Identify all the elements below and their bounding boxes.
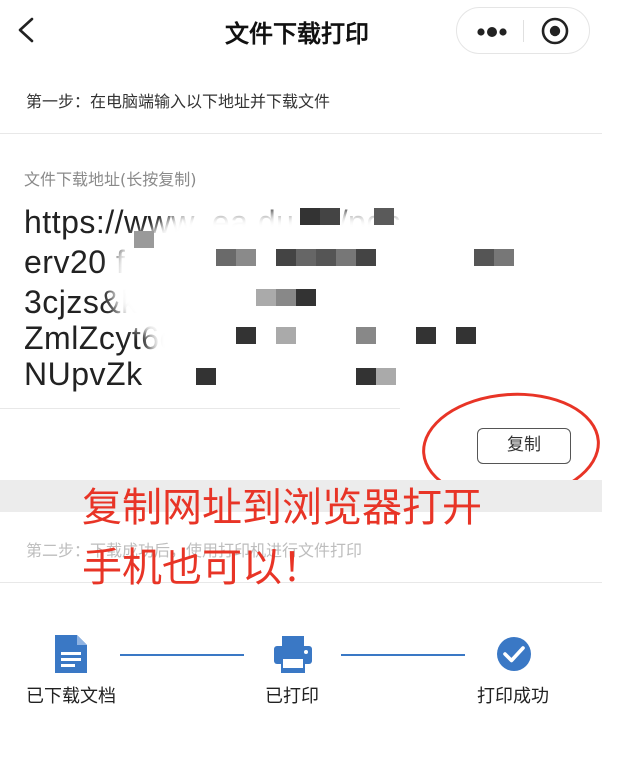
redaction-block [376,368,396,385]
annotation-text: 复制网址到浏览器打开 [82,485,482,531]
redaction-overlay [112,232,212,332]
redaction-block [474,249,494,266]
redaction-block [300,208,320,225]
redaction-block [276,327,296,344]
close-miniprogram-button[interactable] [535,14,575,48]
redaction-block [296,289,316,306]
check-circle-icon [492,632,536,676]
redaction-block [276,289,296,306]
redaction-block [356,368,376,385]
redaction-block [134,231,154,248]
step-label-print-success: 打印成功 [477,686,549,707]
redaction-block [236,249,256,266]
step-label-downloaded: 已下载文档 [26,686,116,707]
divider [0,408,400,409]
target-icon [541,17,569,45]
redaction-block [320,208,340,225]
step1-instruction: 第一步：在电脑端输入以下地址并下载文件 [26,92,331,111]
redaction-block [416,327,436,344]
redaction-block [196,368,216,385]
more-dots-icon [477,27,507,37]
capsule-divider [523,20,524,42]
mini-program-capsule [456,7,590,54]
redaction-block [356,249,376,266]
printer-icon [271,632,315,676]
progress-connector [341,654,465,656]
redaction-block [494,249,514,266]
redaction-block [456,327,476,344]
redaction-block [374,208,394,225]
nav-bar: 文件下载打印 [0,0,618,62]
redaction-block [256,289,276,306]
step-label-printed: 已打印 [265,686,319,707]
redaction-block [356,327,376,344]
redaction-block [296,249,316,266]
redaction-block [236,327,256,344]
divider [0,133,602,134]
redaction-block [276,249,296,266]
redaction-block [216,249,236,266]
document-icon [49,632,93,676]
more-button[interactable] [471,16,515,46]
redaction-block [336,249,356,266]
url-label: 文件下载地址(长按复制) [24,170,197,189]
url-line[interactable]: NUpvZk [24,356,143,393]
progress-connector [120,654,244,656]
annotation-text: 手机也可以！ [82,545,322,591]
redaction-block [316,249,336,266]
